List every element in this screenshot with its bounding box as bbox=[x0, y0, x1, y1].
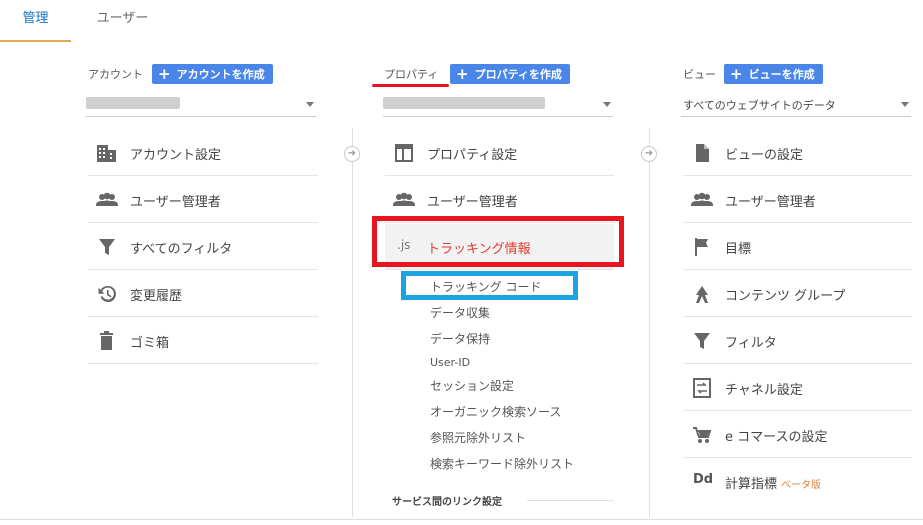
annotation-underline bbox=[372, 84, 449, 87]
create-account-button-label: アカウントを作成 bbox=[176, 68, 265, 81]
plus-icon: + bbox=[158, 65, 171, 83]
menu-item-label-text: 計算指標 bbox=[725, 477, 778, 492]
funnel-icon bbox=[691, 331, 713, 351]
people-icon bbox=[96, 190, 118, 210]
column-divider bbox=[649, 128, 650, 517]
beta-badge: ベータ版 bbox=[781, 480, 822, 491]
plus-icon: + bbox=[456, 65, 469, 83]
menu-item-label: 目標 bbox=[725, 242, 752, 257]
account-selector[interactable] bbox=[86, 93, 316, 117]
submenu-organic-search-sources[interactable]: オーガニック検索ソース bbox=[430, 403, 561, 420]
redacted-property-name bbox=[383, 97, 545, 109]
funnel-icon bbox=[96, 237, 118, 257]
menu-item-change-history[interactable]: 変更履歴 bbox=[88, 271, 318, 317]
window-icon bbox=[393, 143, 415, 163]
menu-item-property-user-management[interactable]: ユーザー管理者 bbox=[385, 177, 614, 223]
account-column-label: アカウント bbox=[88, 68, 143, 81]
menu-item-label: トラッキング情報 bbox=[427, 242, 531, 257]
people-icon bbox=[691, 190, 713, 210]
content-group-icon bbox=[691, 284, 713, 304]
js-icon: .js bbox=[397, 238, 411, 252]
plus-icon: + bbox=[730, 65, 743, 83]
view-selector[interactable]: すべてのウェブサイトのデータ bbox=[681, 93, 911, 117]
document-icon bbox=[691, 143, 713, 163]
menu-item-label: プロパティ設定 bbox=[427, 148, 518, 163]
menu-item-property-settings[interactable]: プロパティ設定 bbox=[385, 130, 614, 176]
view-selector-value: すべてのウェブサイトのデータ bbox=[683, 99, 836, 112]
tab-admin[interactable]: 管理 bbox=[0, 0, 71, 42]
menu-item-label: ユーザー管理者 bbox=[427, 195, 518, 210]
trash-icon bbox=[96, 331, 118, 351]
menu-item-calculated-metrics[interactable]: Dd 計算指標 ベータ版 bbox=[683, 459, 912, 505]
menu-item-label: 計算指標 ベータ版 bbox=[725, 473, 821, 492]
submenu-session-settings[interactable]: セッション設定 bbox=[430, 377, 514, 394]
create-view-button[interactable]: + ビューを作成 bbox=[724, 64, 823, 84]
view-column-label: ビュー bbox=[683, 68, 716, 81]
submenu-user-id[interactable]: User-ID bbox=[430, 356, 470, 369]
menu-item-label: ゴミ箱 bbox=[130, 336, 170, 351]
submenu-data-retention[interactable]: データ保持 bbox=[430, 330, 490, 347]
menu-item-tracking-info[interactable]: .js トラッキング情報 bbox=[385, 224, 614, 270]
top-tabs: 管理 ユーザー bbox=[0, 0, 923, 42]
menu-item-filters[interactable]: フィルタ bbox=[683, 318, 912, 364]
create-account-button[interactable]: + アカウントを作成 bbox=[152, 64, 273, 84]
dd-icon: Dd bbox=[693, 472, 714, 487]
menu-item-label: 変更履歴 bbox=[130, 289, 183, 304]
channel-icon bbox=[691, 378, 713, 398]
menu-item-account-user-management[interactable]: ユーザー管理者 bbox=[88, 177, 318, 223]
menu-item-label: すべてのフィルタ bbox=[130, 242, 233, 257]
menu-item-label: コンテンツ グループ bbox=[725, 289, 846, 304]
submenu-search-term-exclusion-list[interactable]: 検索キーワード除外リスト bbox=[430, 455, 574, 472]
menu-item-goals[interactable]: 目標 bbox=[683, 224, 912, 270]
dropdown-caret-icon bbox=[306, 102, 314, 107]
redacted-account-name bbox=[86, 97, 180, 109]
flag-icon bbox=[691, 237, 713, 257]
menu-item-content-grouping[interactable]: コンテンツ グループ bbox=[683, 271, 912, 317]
arrow-right-icon: ➜ bbox=[641, 146, 657, 162]
property-column-label: プロパティ bbox=[384, 68, 439, 81]
history-icon bbox=[96, 284, 118, 304]
menu-item-label: e コマースの設定 bbox=[725, 430, 828, 445]
create-property-button-label: プロパティを作成 bbox=[474, 68, 562, 81]
dropdown-caret-icon bbox=[603, 102, 611, 107]
tab-user[interactable]: ユーザー bbox=[80, 0, 165, 42]
menu-item-trash[interactable]: ゴミ箱 bbox=[88, 318, 318, 364]
menu-item-label: ユーザー管理者 bbox=[725, 195, 816, 210]
menu-item-channel-settings[interactable]: チャネル設定 bbox=[683, 365, 912, 411]
menu-item-label: フィルタ bbox=[725, 336, 777, 351]
menu-item-all-filters[interactable]: すべてのフィルタ bbox=[88, 224, 318, 270]
section-heading-product-linking: サービス間のリンク設定 bbox=[392, 497, 502, 508]
menu-item-label: ユーザー管理者 bbox=[130, 195, 221, 210]
cart-icon bbox=[691, 425, 713, 445]
property-selector[interactable] bbox=[383, 93, 613, 117]
submenu-data-collection[interactable]: データ収集 bbox=[430, 304, 490, 321]
create-view-button-label: ビューを作成 bbox=[748, 68, 815, 81]
menu-item-label: ビューの設定 bbox=[725, 148, 804, 163]
menu-item-account-settings[interactable]: アカウント設定 bbox=[88, 130, 318, 176]
menu-item-view-user-management[interactable]: ユーザー管理者 bbox=[683, 177, 912, 223]
submenu-referral-exclusion-list[interactable]: 参照元除外リスト bbox=[430, 429, 526, 446]
menu-item-label: アカウント設定 bbox=[130, 148, 222, 163]
arrow-right-icon: ➜ bbox=[344, 146, 360, 162]
menu-item-label: チャネル設定 bbox=[725, 383, 803, 398]
building-icon bbox=[96, 143, 118, 163]
dropdown-caret-icon bbox=[901, 102, 909, 107]
menu-item-ecommerce-settings[interactable]: e コマースの設定 bbox=[683, 412, 912, 458]
bottom-divider bbox=[0, 519, 923, 520]
create-property-button[interactable]: + プロパティを作成 bbox=[450, 64, 570, 84]
submenu-tracking-code[interactable]: トラッキング コード bbox=[430, 278, 541, 295]
people-icon bbox=[393, 190, 415, 210]
column-divider bbox=[352, 128, 353, 517]
menu-item-view-settings[interactable]: ビューの設定 bbox=[683, 130, 912, 176]
section-divider bbox=[527, 500, 614, 501]
